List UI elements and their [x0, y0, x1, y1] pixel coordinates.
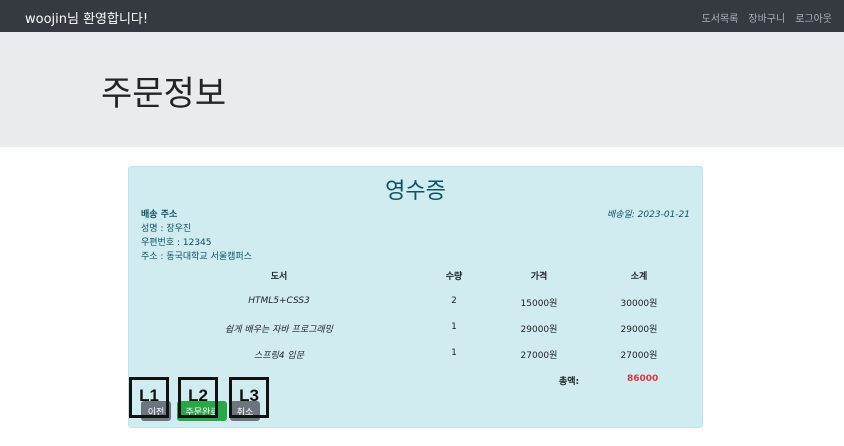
table-row-3-price: 27000원 — [520, 351, 558, 361]
table-row-1-book: HTML5+CSS3 — [248, 296, 310, 306]
zipcode: 우편번호 : 12345 — [141, 238, 212, 248]
table-row-2-price: 29000원 — [520, 325, 558, 335]
cancel-button[interactable]: 취소 — [230, 401, 260, 421]
column-header-book: 도서 — [270, 272, 288, 282]
shipping-heading: 배송 주소 — [141, 210, 178, 220]
table-row-3-quantity: 1 — [451, 348, 457, 358]
table-row-2-book: 쉽게 배우는 자바 프로그래밍 — [225, 325, 333, 335]
table-row-3-subtotal: 27000원 — [620, 351, 658, 361]
brand-welcome[interactable]: woojin님 환영합니다! — [25, 8, 148, 27]
page-header: 주문정보 — [0, 32, 844, 147]
total-label: 총액: — [559, 377, 580, 387]
prev-button[interactable]: 이전 — [141, 401, 171, 421]
navbar: woojin님 환영합니다! 도서목록 장바구니 로그아웃 — [0, 0, 844, 32]
table-row-3-book: 스프링4 입문 — [254, 351, 304, 361]
page-title: 주문정보 — [101, 74, 227, 114]
table-row-2-quantity: 1 — [451, 322, 457, 332]
column-header-quantity: 수량 — [445, 272, 463, 282]
nav-link-cart[interactable]: 장바구니 — [748, 10, 785, 25]
table-row-1-price: 15000원 — [520, 299, 558, 309]
total-value: 86000 — [627, 374, 659, 384]
table-row-1-quantity: 2 — [451, 296, 457, 306]
column-header-subtotal: 소계 — [630, 272, 648, 282]
column-header-price: 가격 — [530, 272, 548, 282]
address: 주소 : 동국대학교 서울캠퍼스 — [141, 252, 252, 262]
recipient-name: 성명 : 장우진 — [141, 224, 192, 234]
nav-links: 도서목록 장바구니 로그아웃 — [702, 10, 832, 25]
receipt-title: 영수증 — [385, 179, 446, 204]
table-row-1-subtotal: 30000원 — [620, 299, 658, 309]
complete-order-button[interactable]: 주문완료 — [177, 401, 227, 421]
table-row-2-subtotal: 29000원 — [620, 325, 658, 335]
nav-link-logout[interactable]: 로그아웃 — [795, 10, 832, 25]
shipping-date: 배송일: 2023-01-21 — [606, 210, 690, 220]
receipt-panel: 영수증 배송 주소 배송일: 2023-01-21 성명 : 장우진 우편번호 … — [128, 166, 703, 428]
nav-link-book-list[interactable]: 도서목록 — [702, 10, 739, 25]
